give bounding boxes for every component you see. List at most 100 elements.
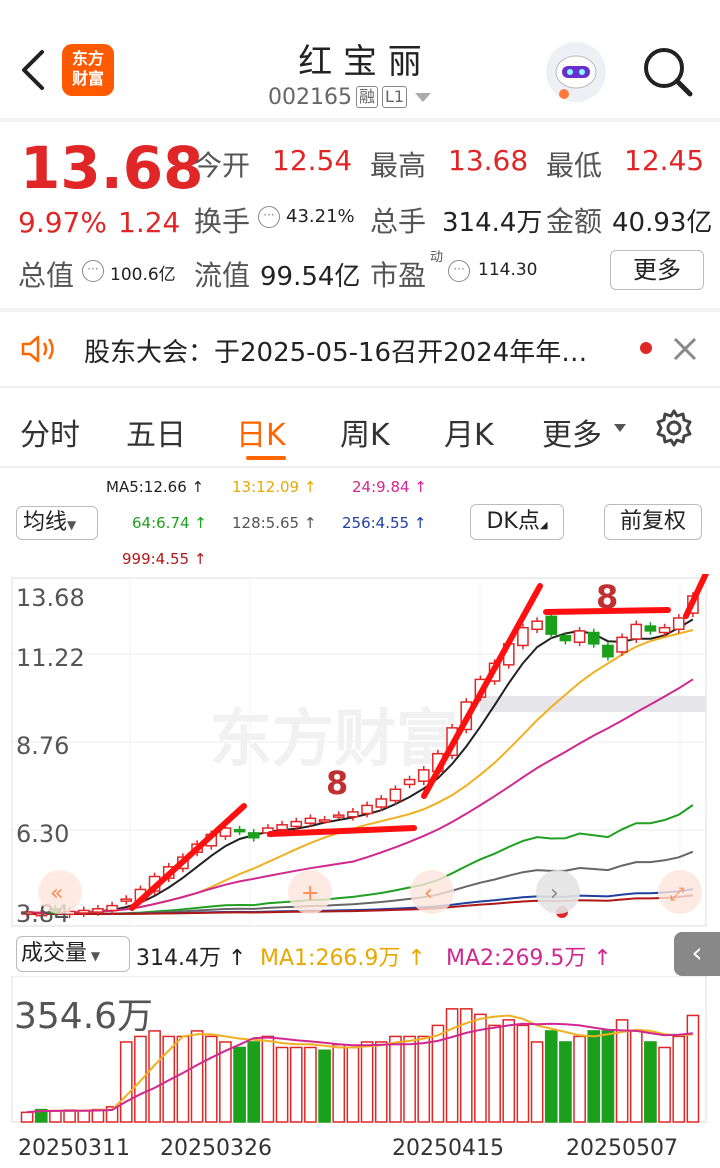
divider (0, 466, 720, 468)
quote-row-2: 换手 ··· 43.21% 总手 314.4万 金额 40.93亿 (194, 200, 714, 238)
ma256-value: 256:4.55 ↑ (342, 514, 427, 532)
logo-line-2: 财富 (71, 69, 104, 88)
tab-yuek[interactable]: 月K (444, 410, 494, 454)
date-label: 20250507 (566, 1136, 678, 1161)
volume-bar (502, 1019, 516, 1123)
price-axis-label: 13.68 (16, 584, 85, 612)
collapse-panel-button[interactable]: ‹ (674, 932, 720, 976)
volume-bar (247, 1041, 261, 1123)
robot-avatar-icon[interactable] (546, 42, 606, 102)
divider (0, 308, 720, 312)
volume-bar (77, 1109, 91, 1123)
dropdown-triangle-icon: ▼ (87, 949, 101, 963)
info-icon[interactable]: ··· (82, 260, 104, 282)
volume-bar (488, 1024, 501, 1123)
ma128-value: 128:5.65 ↑ (232, 514, 317, 532)
candle-body (290, 820, 303, 828)
gear-icon[interactable] (654, 408, 694, 448)
volume-ma1: MA1:266.9万 ↑ (260, 946, 426, 971)
tab-wuri[interactable]: 五日 (126, 410, 186, 454)
logo-line-1: 东方 (71, 49, 104, 68)
search-icon[interactable] (640, 44, 696, 100)
back-arrow-icon[interactable] (14, 48, 54, 92)
scroll-left-fast-glyph: « (50, 881, 63, 906)
kline-chart[interactable]: 东方财富 8 8 13.68 11.22 8.76 6.30 3.84 « + … (0, 545, 720, 930)
info-icon[interactable]: ··· (448, 260, 470, 282)
open-value: 12.54 (272, 144, 353, 177)
candle-body (545, 615, 558, 635)
eastmoney-logo: 东方 财富 (62, 44, 114, 96)
volume-bar (49, 1109, 62, 1123)
volume-bar (190, 1030, 204, 1123)
zoom-in-glyph: + (301, 881, 319, 906)
divider (0, 386, 720, 388)
unread-dot (640, 342, 652, 354)
amount-value: 40.93亿 (612, 208, 713, 238)
candle-body (318, 819, 331, 823)
change-pct: 9.97% (18, 206, 107, 239)
volume-bar (332, 1043, 346, 1123)
candle-body (361, 804, 373, 815)
candle-body (602, 644, 614, 658)
ma-selector[interactable]: 均线▼ (16, 506, 98, 540)
close-icon[interactable] (672, 336, 698, 362)
indicator-selector[interactable]: 成交量 ▼ (16, 936, 130, 972)
volume-bar (516, 1024, 530, 1123)
scroll-left-glyph: ‹ (424, 881, 433, 906)
candle-body (531, 620, 543, 631)
tab-fenshi[interactable]: 分时 (20, 410, 80, 454)
mcap-label: 总值 (18, 259, 75, 292)
volume-bar (644, 1041, 657, 1123)
volume-bar (658, 1046, 671, 1123)
price-axis-label: 6.30 (16, 820, 69, 848)
volume-bar (304, 1046, 317, 1123)
turnover-label: 换手 (194, 205, 251, 238)
dk-point-button[interactable]: DK点◢ (470, 504, 564, 540)
high-label: 最高 (370, 149, 427, 182)
more-quote-button[interactable]: 更多 (610, 250, 704, 290)
fullscreen-glyph: ⤢ (670, 884, 685, 905)
volume-axis-label: 354.6万 (14, 996, 153, 1037)
quote-row-1: 今开 12.54 最高 13.68 最低 12.45 (194, 144, 714, 182)
level-badge: L1 (382, 86, 408, 108)
date-label: 20250415 (392, 1136, 504, 1161)
candle-body (375, 798, 388, 808)
ma999-value: 999:4.55 ↑ (122, 550, 207, 568)
candle-body (658, 626, 671, 634)
price-adjust-button[interactable]: 前复权 (604, 504, 702, 540)
volume-bar (573, 1035, 586, 1123)
volume-bar (233, 1046, 246, 1123)
volume-label: 总手 (370, 205, 427, 238)
dropdown-triangle-icon (614, 424, 626, 432)
float-label: 流值 (194, 259, 251, 292)
tab-rik[interactable]: 日K (236, 410, 286, 454)
change-value: 1.24 (118, 206, 181, 239)
notice-text[interactable]: 股东大会：于2025-05-16召开2024年年… (84, 332, 587, 369)
dk-point-label: DK点 (486, 509, 540, 534)
turnover-value: 43.21% (286, 206, 355, 227)
volume-bar (672, 1035, 686, 1123)
candle-body (403, 778, 416, 786)
candle-body (417, 769, 430, 782)
mcap-value: 100.6亿 (110, 265, 176, 285)
candle-body (644, 625, 657, 632)
low-value: 12.45 (624, 144, 705, 177)
candle-body (304, 817, 317, 824)
rong-badge: 融 (355, 86, 378, 108)
float-value: 99.54亿 (260, 262, 361, 292)
candle-body (630, 623, 643, 640)
info-icon[interactable]: ··· (258, 206, 280, 228)
annotation-label: 8 (326, 764, 348, 802)
divider (0, 118, 720, 122)
ma64-value: 64:6.74 ↑ (132, 514, 207, 532)
volume-bar (629, 1030, 643, 1123)
volume-chart[interactable]: 354.6万 (0, 975, 720, 1124)
volume-bar (686, 1014, 700, 1123)
volume-bar (346, 1046, 360, 1123)
volume-bar (219, 1041, 232, 1123)
corner-triangle-icon: ◢ (539, 520, 548, 531)
stock-code-row[interactable]: 002165 融 L1 (268, 82, 432, 112)
volume-bar (204, 1035, 218, 1123)
tab-more[interactable]: 更多 (542, 410, 602, 454)
tab-zhouk[interactable]: 周K (340, 410, 390, 454)
